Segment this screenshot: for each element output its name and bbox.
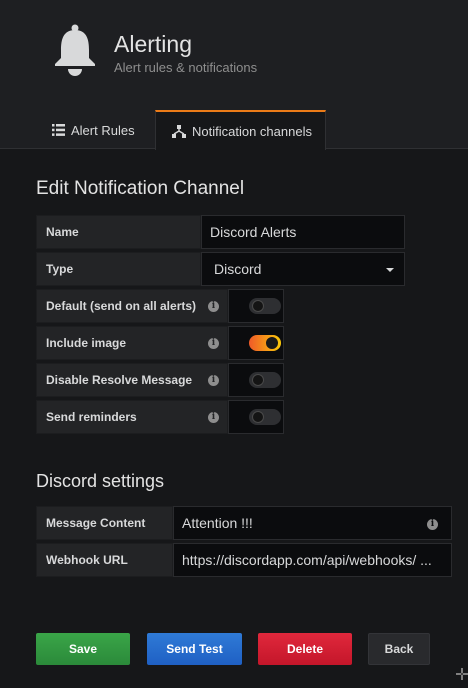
sitemap-icon bbox=[172, 124, 186, 138]
back-button[interactable]: Back bbox=[368, 633, 430, 665]
caret-down-icon bbox=[386, 268, 394, 272]
message-input[interactable]: Attention !!! i bbox=[173, 506, 452, 540]
tab-alert-rules[interactable]: Alert Rules bbox=[52, 111, 135, 149]
toggle-knob bbox=[252, 411, 264, 423]
webhook-input[interactable]: https://discordapp.com/api/webhooks/ ... bbox=[173, 543, 452, 577]
crosshair-cursor-icon bbox=[456, 668, 468, 680]
info-icon[interactable]: i bbox=[208, 375, 219, 386]
toggle-row-disable-resolve: Disable Resolve Message i bbox=[36, 363, 284, 397]
name-input[interactable]: Discord Alerts bbox=[201, 215, 405, 249]
type-row: Type Discord bbox=[36, 252, 405, 286]
toggle-label: Disable Resolve Message bbox=[46, 373, 193, 387]
message-label: Message Content bbox=[36, 506, 173, 540]
webhook-row: Webhook URL https://discordapp.com/api/w… bbox=[36, 543, 452, 577]
bell-icon bbox=[55, 24, 95, 76]
type-select-value: Discord bbox=[214, 261, 262, 277]
tab-notification-channels[interactable]: Notification channels bbox=[155, 110, 326, 150]
info-icon[interactable]: i bbox=[208, 412, 219, 423]
name-label: Name bbox=[36, 215, 201, 249]
tab-label: Notification channels bbox=[192, 123, 312, 139]
name-row: Name Discord Alerts bbox=[36, 215, 405, 249]
default-switch-box bbox=[228, 289, 284, 323]
info-icon[interactable]: i bbox=[208, 338, 219, 349]
toggle-label: Send reminders bbox=[46, 410, 137, 424]
default-toggle[interactable] bbox=[249, 298, 281, 314]
discord-section-title: Discord settings bbox=[36, 471, 165, 491]
send-reminders-label: Send reminders i bbox=[36, 400, 228, 434]
toggle-label: Default (send on all alerts) bbox=[46, 299, 197, 313]
page-header: Alerting Alert rules & notifications Ale… bbox=[0, 0, 468, 150]
tab-label: Alert Rules bbox=[71, 122, 135, 138]
page-subtitle: Alert rules & notifications bbox=[114, 60, 258, 75]
toggle-label: Include image bbox=[46, 336, 127, 350]
edit-section-title: Edit Notification Channel bbox=[36, 178, 245, 199]
type-select[interactable]: Discord bbox=[201, 252, 405, 286]
include-image-label: Include image i bbox=[36, 326, 228, 360]
disable-resolve-label: Disable Resolve Message i bbox=[36, 363, 228, 397]
toggle-row-include-image: Include image i bbox=[36, 326, 284, 360]
info-icon[interactable]: i bbox=[427, 519, 438, 530]
toggle-knob bbox=[266, 337, 278, 349]
message-row: Message Content Attention !!! i bbox=[36, 506, 452, 540]
message-value: Attention !!! bbox=[182, 515, 253, 531]
save-button[interactable]: Save bbox=[36, 633, 130, 665]
include-image-switch-box bbox=[228, 326, 284, 360]
send-reminders-switch-box bbox=[228, 400, 284, 434]
toggle-row-send-reminders: Send reminders i bbox=[36, 400, 284, 434]
default-label: Default (send on all alerts) i bbox=[36, 289, 228, 323]
delete-button[interactable]: Delete bbox=[258, 633, 352, 665]
send-test-button[interactable]: Send Test bbox=[147, 633, 242, 665]
webhook-label: Webhook URL bbox=[36, 543, 173, 577]
send-reminders-toggle[interactable] bbox=[249, 409, 281, 425]
type-label: Type bbox=[36, 252, 201, 286]
page-title: Alerting bbox=[114, 31, 192, 57]
list-icon bbox=[52, 124, 65, 136]
disable-resolve-switch-box bbox=[228, 363, 284, 397]
info-icon[interactable]: i bbox=[208, 301, 219, 312]
toggle-knob bbox=[252, 374, 264, 386]
disable-resolve-toggle[interactable] bbox=[249, 372, 281, 388]
toggle-row-default: Default (send on all alerts) i bbox=[36, 289, 284, 323]
include-image-toggle[interactable] bbox=[249, 335, 281, 351]
toggle-knob bbox=[252, 300, 264, 312]
